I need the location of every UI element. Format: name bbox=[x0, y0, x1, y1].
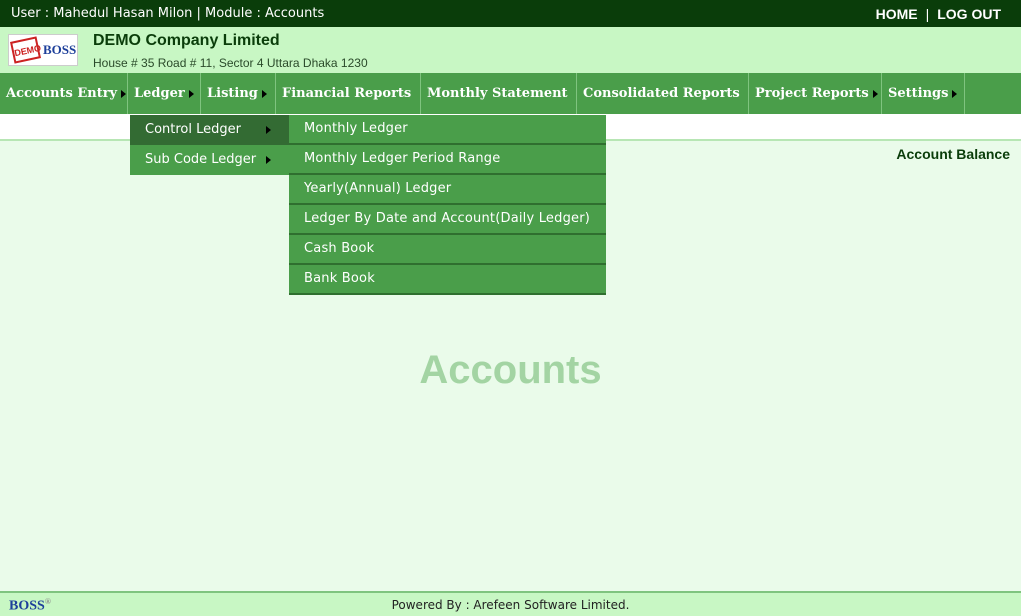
submenu-yearly-ledger[interactable]: Yearly(Annual) Ledger bbox=[289, 175, 606, 205]
menu-monthly-statement[interactable]: Monthly Statement bbox=[421, 73, 577, 139]
submenu-bank-book[interactable]: Bank Book bbox=[289, 265, 606, 295]
menu-consolidated-reports[interactable]: Consolidated Reports bbox=[577, 73, 749, 139]
company-name: DEMO Company Limited bbox=[93, 32, 280, 49]
submenu-control-ledger[interactable]: Control Ledger bbox=[130, 115, 289, 145]
footer: BOSS® Powered By : Arefeen Software Limi… bbox=[0, 591, 1021, 616]
company-header: DEMO BOSS DEMO Company Limited House # 3… bbox=[0, 27, 1021, 73]
arrow-right-icon bbox=[266, 126, 271, 134]
menu-label: Project Reports bbox=[755, 86, 869, 101]
menu-label: Consolidated Reports bbox=[583, 86, 740, 101]
menu-label: Ledger bbox=[134, 86, 185, 101]
main-menu: Accounts Entry Ledger Listing Financial … bbox=[0, 73, 1021, 139]
arrow-right-icon bbox=[261, 89, 267, 98]
menu-financial-reports[interactable]: Financial Reports bbox=[276, 73, 421, 139]
menu-ledger[interactable]: Ledger bbox=[128, 73, 201, 114]
submenu-cash-book[interactable]: Cash Book bbox=[289, 235, 606, 265]
menu-label: Listing bbox=[207, 86, 258, 101]
arrow-right-icon bbox=[121, 89, 127, 98]
account-balance-link[interactable]: Account Balance bbox=[896, 146, 1010, 162]
top-bar: User : Mahedul Hasan Milon | Module : Ac… bbox=[0, 0, 1021, 27]
arrow-right-icon bbox=[952, 89, 958, 98]
menu-settings[interactable]: Settings bbox=[882, 73, 965, 114]
menu-accounts-entry[interactable]: Accounts Entry bbox=[0, 73, 128, 114]
arrow-right-icon bbox=[188, 89, 194, 98]
ledger-submenu: Control Ledger Sub Code Ledger bbox=[130, 115, 289, 175]
submenu-label: Control Ledger bbox=[145, 122, 241, 137]
module-watermark-title: Accounts bbox=[419, 348, 602, 392]
logout-link[interactable]: LOG OUT bbox=[937, 6, 1001, 22]
submenu-label: Sub Code Ledger bbox=[145, 152, 257, 167]
link-separator: | bbox=[925, 6, 930, 22]
home-link[interactable]: HOME bbox=[876, 6, 918, 22]
top-links: HOME | LOG OUT bbox=[876, 6, 1001, 22]
arrow-right-icon bbox=[872, 89, 878, 98]
menu-listing[interactable]: Listing bbox=[201, 73, 276, 114]
powered-by-text: Powered By : Arefeen Software Limited. bbox=[391, 598, 630, 612]
company-address: House # 35 Road # 11, Sector 4 Uttara Dh… bbox=[93, 56, 368, 70]
demo-stamp-logo: DEMO bbox=[10, 36, 42, 64]
menu-label: Financial Reports bbox=[282, 86, 412, 101]
submenu-daily-ledger[interactable]: Ledger By Date and Account(Daily Ledger) bbox=[289, 205, 606, 235]
menu-project-reports[interactable]: Project Reports bbox=[749, 73, 882, 114]
control-ledger-submenu: Monthly Ledger Monthly Ledger Period Ran… bbox=[289, 115, 606, 295]
company-logo: DEMO BOSS bbox=[8, 34, 78, 66]
menu-label: Monthly Statement bbox=[427, 86, 568, 101]
boss-logo: BOSS bbox=[43, 42, 77, 57]
menu-label: Accounts Entry bbox=[6, 86, 118, 101]
menu-label: Settings bbox=[888, 86, 949, 101]
submenu-monthly-ledger[interactable]: Monthly Ledger bbox=[289, 115, 606, 145]
submenu-sub-code-ledger[interactable]: Sub Code Ledger bbox=[130, 145, 289, 175]
user-module-info: User : Mahedul Hasan Milon | Module : Ac… bbox=[11, 6, 325, 21]
submenu-monthly-ledger-period-range[interactable]: Monthly Ledger Period Range bbox=[289, 145, 606, 175]
arrow-right-icon bbox=[266, 156, 271, 164]
